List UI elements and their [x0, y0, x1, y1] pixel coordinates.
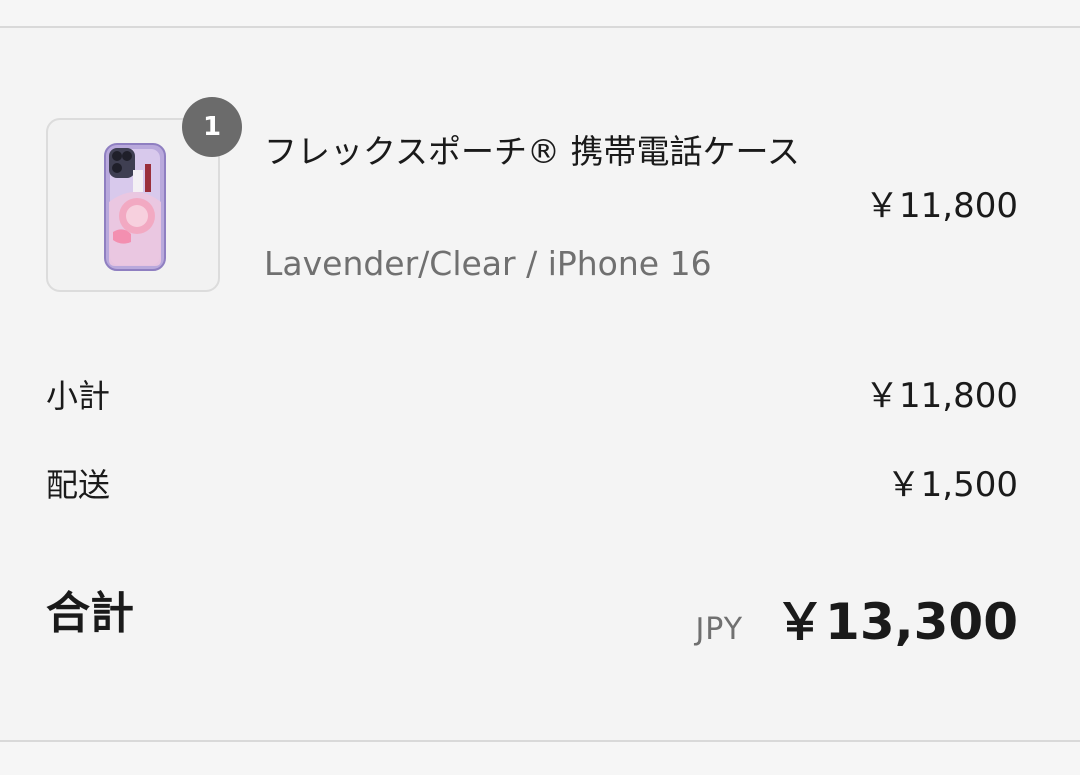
subtotal-label: 小計	[46, 377, 111, 415]
currency-code: JPY	[695, 612, 744, 647]
total-label: 合計	[46, 588, 134, 639]
product-title: フレックスポーチ® 携帯電話ケース	[264, 132, 800, 171]
quantity-badge: 1	[182, 97, 242, 157]
product-variant: Lavender/Clear / iPhone 16	[264, 244, 712, 283]
top-strip	[0, 0, 1080, 26]
total-value: ￥13,300	[775, 593, 1018, 651]
total-amount: JPY ￥13,300	[695, 582, 1018, 654]
bottom-strip	[0, 742, 1080, 775]
shipping-label: 配送	[46, 466, 111, 504]
subtotal-value: ￥11,800	[865, 376, 1018, 416]
product-price: ￥11,800	[865, 186, 1018, 226]
top-divider	[0, 26, 1080, 28]
phone-case-icon	[104, 143, 166, 271]
shipping-value: ￥1,500	[886, 465, 1018, 505]
